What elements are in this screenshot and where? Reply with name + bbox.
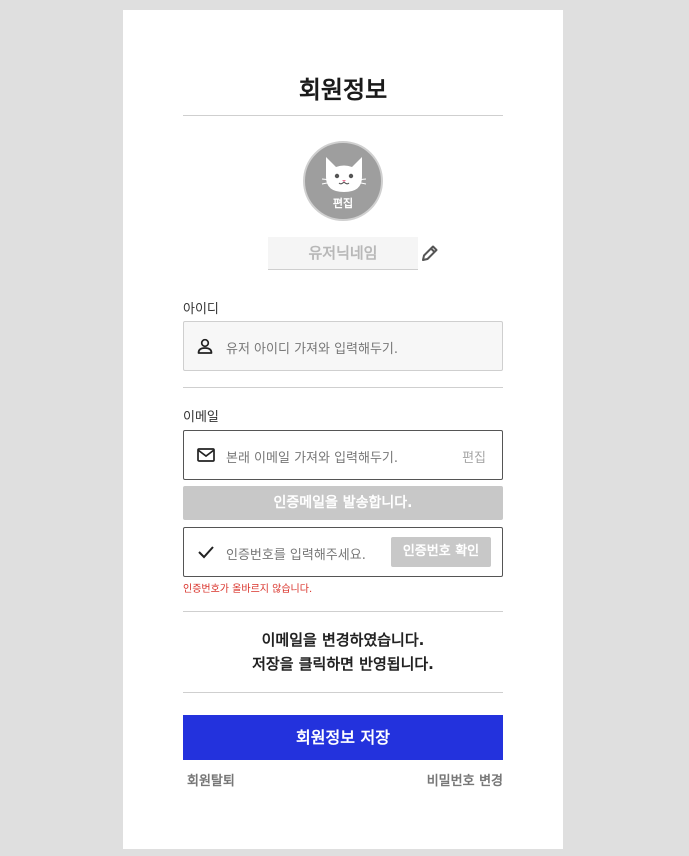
save-profile-button[interactable]: 회원정보 저장 bbox=[183, 715, 503, 760]
withdraw-link[interactable]: 회원탈퇴 bbox=[187, 770, 235, 789]
check-icon bbox=[196, 543, 216, 565]
verification-code-placeholder: 인증번호를 입력해주세요. bbox=[226, 548, 366, 563]
user-icon bbox=[196, 337, 214, 359]
notice-message: 이메일을 변경하였습니다. 저장을 클릭하면 반영됩니다. bbox=[183, 628, 503, 676]
id-value: 유저 아이디 가져와 입력해두기. bbox=[226, 342, 399, 357]
verification-code-field[interactable]: 인증번호를 입력해주세요. 인증번호 확인 bbox=[183, 527, 503, 577]
mail-icon bbox=[196, 446, 216, 468]
divider bbox=[183, 611, 503, 612]
avatar[interactable]: 편집 bbox=[303, 141, 383, 221]
verify-code-button[interactable]: 인증번호 확인 bbox=[391, 537, 491, 567]
divider bbox=[183, 387, 503, 388]
notice-line-2: 저장을 클릭하면 반영됩니다. bbox=[252, 655, 434, 673]
pencil-icon[interactable] bbox=[420, 243, 440, 267]
page-title: 회원정보 bbox=[298, 76, 388, 104]
avatar-edit-label: 편집 bbox=[332, 197, 354, 210]
profile-card: 회원정보 편집 아이디 유저 아이디 가져와 입력해두기. 이메일 bbox=[123, 10, 563, 849]
id-label: 아이디 bbox=[183, 302, 219, 317]
email-field[interactable]: 본래 이메일 가져와 입력해두기. 편집 bbox=[183, 430, 503, 480]
notice-line-1: 이메일을 변경하였습니다. bbox=[261, 631, 425, 649]
email-edit-button[interactable]: 편집 bbox=[462, 447, 486, 466]
divider bbox=[183, 115, 503, 116]
email-label: 이메일 bbox=[183, 410, 219, 425]
divider bbox=[183, 692, 503, 693]
change-password-link[interactable]: 비밀번호 변경 bbox=[427, 770, 503, 789]
send-verification-button[interactable]: 인증메일을 발송합니다. bbox=[183, 486, 503, 520]
id-field: 유저 아이디 가져와 입력해두기. bbox=[183, 321, 503, 371]
cat-face-icon bbox=[321, 157, 367, 192]
error-message: 인증번호가 올바르지 않습니다. bbox=[183, 584, 313, 595]
nickname-input[interactable] bbox=[268, 237, 418, 270]
email-value: 본래 이메일 가져와 입력해두기. bbox=[226, 451, 399, 466]
